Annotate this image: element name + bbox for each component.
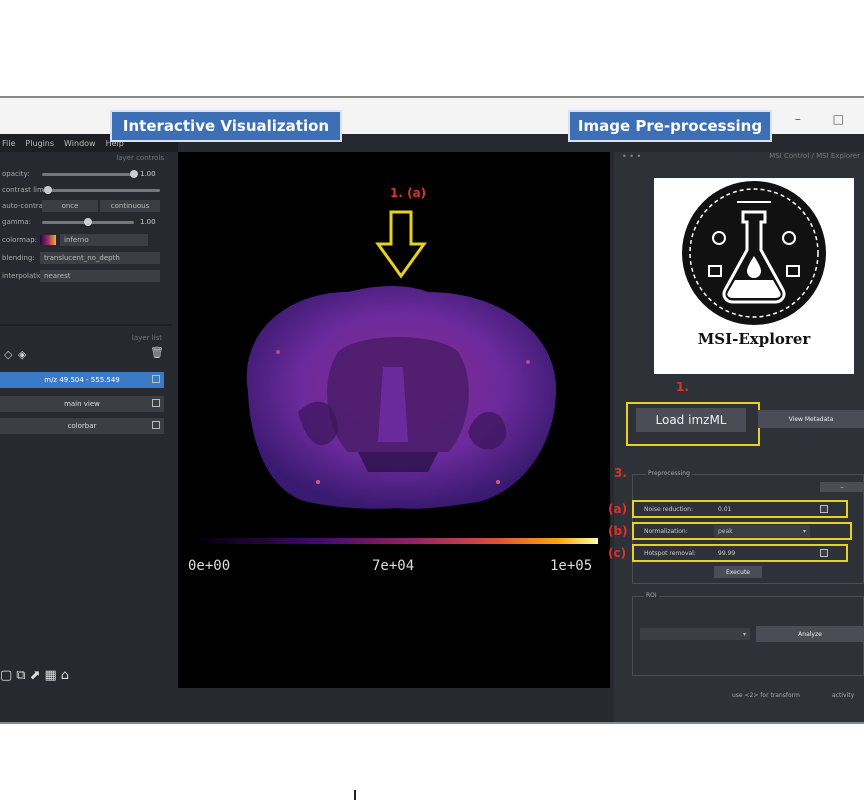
canvas-graphics xyxy=(196,210,598,544)
roi-group-title: ROI xyxy=(644,592,659,599)
analyze-button[interactable]: Analyze xyxy=(756,626,864,642)
grid-icon[interactable]: ▦ xyxy=(45,668,61,683)
auto-contrast-continuous-button[interactable]: continuous xyxy=(100,200,160,212)
right-panel: • • • MSI Control / MSI Explorer MSI-Exp… xyxy=(608,152,864,722)
layer-controls-header: layer controls xyxy=(116,154,164,162)
status-activity[interactable]: activity xyxy=(832,692,854,699)
auto-contrast-once-button[interactable]: once xyxy=(42,200,98,212)
new-shape-icon[interactable]: ◈ xyxy=(18,348,26,361)
marker-c: (c) xyxy=(608,546,627,560)
left-panel: layer controls opacity: 1.00 contrast li… xyxy=(0,152,174,722)
window-controls[interactable]: – □ xyxy=(795,112,858,126)
contrast-limits-slider[interactable] xyxy=(42,186,160,194)
roll-icon[interactable]: ⬈ xyxy=(30,668,45,683)
step-3-label: 3. xyxy=(614,466,627,480)
msi-explorer-logo: MSI-Explorer xyxy=(654,178,854,374)
visibility-icon[interactable] xyxy=(152,421,160,429)
view-metadata-button[interactable]: View Metadata xyxy=(758,410,864,428)
status-hint: use <2> for transform xyxy=(732,692,800,699)
cursor-mark xyxy=(354,790,356,800)
layer-list-header: layer list xyxy=(131,334,162,342)
interpolation-select[interactable]: nearest xyxy=(40,270,160,282)
layer-item-main-view[interactable]: main view xyxy=(0,396,164,412)
menu-file[interactable]: File xyxy=(2,139,15,148)
plugin-title: MSI Control / MSI Explorer xyxy=(769,152,860,160)
logo-text: MSI-Explorer xyxy=(697,330,811,348)
colorbar-tick-max: 1e+05 xyxy=(550,558,593,574)
marker-b: (b) xyxy=(608,524,628,538)
noise-highlight xyxy=(632,500,848,518)
colormap-label: colormap: xyxy=(2,236,38,244)
delete-layer-icon[interactable]: 🗑 xyxy=(150,346,164,359)
contrast-limits-knob[interactable] xyxy=(43,186,52,194)
colormap-swatch xyxy=(40,235,56,245)
panel-divider xyxy=(0,324,172,326)
new-layer-icon[interactable]: ◇ xyxy=(4,348,12,361)
blending-label: blending: xyxy=(2,254,35,262)
colormap-select[interactable]: inferno xyxy=(60,234,148,246)
colorbar-tick-mid: 7e+04 xyxy=(372,558,415,574)
gamma-slider[interactable] xyxy=(42,218,134,226)
menu-window[interactable]: Window xyxy=(64,139,96,148)
chevron-down-icon: ▾ xyxy=(742,630,746,638)
console-icon[interactable]: ▢ xyxy=(0,668,16,683)
callout-interactive-visualization: Interactive Visualization xyxy=(110,110,342,142)
image-canvas[interactable]: 1. (a) 0e+00 7e+04 1e+05 xyxy=(178,152,610,688)
ndisplay-icon[interactable]: ⧉ xyxy=(16,668,29,683)
brain-section-image xyxy=(246,286,557,509)
layer-item-label: m/z 49.504 - 555.549 xyxy=(44,376,120,384)
gamma-slider-knob[interactable] xyxy=(84,218,92,226)
blending-select[interactable]: translucent_no_depth xyxy=(40,252,160,264)
callout-image-preprocessing: Image Pre-processing xyxy=(568,110,772,142)
colorbar xyxy=(196,538,598,544)
gamma-label: gamma: xyxy=(2,218,32,226)
roi-select[interactable]: ▾ xyxy=(640,628,750,640)
menu-plugins[interactable]: Plugins xyxy=(25,139,54,148)
load-highlight xyxy=(626,402,760,446)
layer-item-label: main view xyxy=(64,400,100,408)
status-bar: use <2> for transform activity xyxy=(614,692,864,704)
flask-logo-icon xyxy=(682,181,826,325)
visibility-icon[interactable] xyxy=(152,399,160,407)
dock-handle-icon[interactable]: • • • xyxy=(622,152,641,161)
execute-button[interactable]: Execute xyxy=(714,566,762,578)
viewer-buttons: ▢⧉⬈▦⌂ xyxy=(0,668,73,683)
layer-item-mz[interactable]: m/z 49.504 - 555.549 xyxy=(0,372,164,388)
step-1-label: 1. xyxy=(676,380,689,394)
preprocessing-group-title: Preprocessing xyxy=(646,470,692,477)
opacity-slider-knob[interactable] xyxy=(130,170,138,178)
marker-a: (a) xyxy=(608,502,628,516)
home-icon[interactable]: ⌂ xyxy=(61,668,73,683)
hotspot-highlight xyxy=(632,544,848,562)
expand-icon[interactable]: – xyxy=(820,482,864,492)
layer-item-label: colorbar xyxy=(67,422,97,430)
layer-item-colorbar[interactable]: colorbar xyxy=(0,418,164,434)
opacity-value: 1.00 xyxy=(140,170,156,178)
opacity-label: opacity: xyxy=(2,170,30,178)
arrow-icon xyxy=(375,210,427,279)
app-window: – □ Interactive Visualization Image Pre-… xyxy=(0,96,864,724)
opacity-slider[interactable] xyxy=(42,170,138,178)
visibility-icon[interactable] xyxy=(152,375,160,383)
gamma-value: 1.00 xyxy=(140,218,156,226)
colorbar-tick-min: 0e+00 xyxy=(188,558,231,574)
normalization-highlight xyxy=(632,522,852,540)
